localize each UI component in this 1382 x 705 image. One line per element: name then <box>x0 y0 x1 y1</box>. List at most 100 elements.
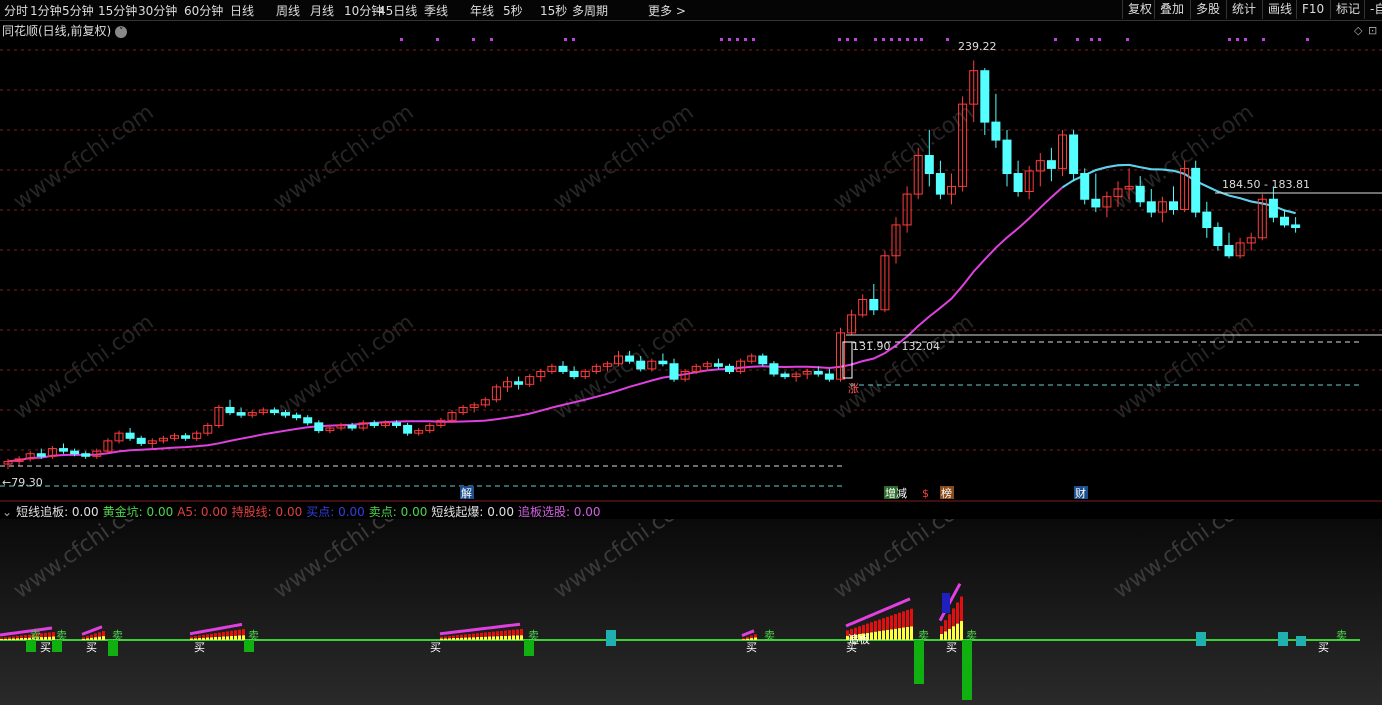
event-dot <box>736 38 739 41</box>
candle-body <box>924 155 934 175</box>
period-tab-16[interactable]: 更多 > <box>648 2 686 19</box>
period-tab-15[interactable]: 多周期 <box>572 2 608 19</box>
bar-red <box>754 634 757 638</box>
candle-body <box>935 173 945 195</box>
watermark-text: www.cfchi.com <box>9 100 158 215</box>
candle-body <box>758 355 768 365</box>
signal-zhang: 涨 <box>848 382 859 395</box>
bar-yellow <box>82 638 85 640</box>
tool-button-5[interactable]: F10 <box>1296 0 1329 19</box>
event-dot <box>1076 38 1079 41</box>
period-tab-1[interactable]: 1分钟 <box>30 2 62 19</box>
bar-yellow <box>468 637 471 640</box>
tool-button-6[interactable]: 标记 <box>1330 0 1365 19</box>
candle-body <box>1146 201 1156 213</box>
bar-red <box>48 632 51 637</box>
event-dot <box>898 38 901 41</box>
event-dot <box>1228 38 1231 41</box>
bar-yellow <box>508 635 511 640</box>
candle-body <box>403 424 413 434</box>
tool-button-0[interactable]: 复权 <box>1122 0 1157 19</box>
bar-yellow <box>948 628 951 640</box>
bar-red <box>206 634 209 638</box>
bar-yellow <box>960 620 963 640</box>
bar-red <box>218 632 221 637</box>
bar-red <box>468 633 471 638</box>
bar-yellow <box>500 636 503 640</box>
candle-body <box>991 121 1001 141</box>
candle-body <box>569 370 579 378</box>
bar-red <box>226 631 229 637</box>
period-tab-2[interactable]: 5分钟 <box>62 2 94 19</box>
sell-label: 卖 <box>528 629 539 642</box>
event-dot <box>914 38 917 41</box>
indicator-value-4: 买点: 0.00 <box>306 505 365 519</box>
high-price-label: 239.22 <box>958 40 997 53</box>
period-tab-8[interactable]: 月线 <box>310 2 334 19</box>
sell-spike <box>524 640 534 656</box>
bar-yellow <box>460 637 463 640</box>
signal-zhangjian: 增减 <box>885 486 907 500</box>
candle-body <box>636 360 646 370</box>
bar-red <box>902 611 905 628</box>
event-dot <box>1244 38 1247 41</box>
event-dot <box>1262 38 1265 41</box>
cyan-bar <box>606 630 616 646</box>
candle-body <box>1291 224 1301 229</box>
event-dot <box>400 38 403 41</box>
candle-body <box>136 437 146 444</box>
buy-label: 买 <box>194 641 205 654</box>
bar-yellow <box>444 638 447 640</box>
bar-red <box>202 634 205 638</box>
candlestick-chart[interactable]: www.cfchi.com www.cfchi.com www.cfchi.com w… <box>0 20 1382 502</box>
bar-red <box>496 631 499 637</box>
candle-body <box>1191 167 1201 213</box>
period-tab-0[interactable]: 分时 <box>4 2 28 19</box>
tool-button-1[interactable]: 叠加 <box>1154 0 1189 19</box>
bar-red <box>8 636 11 639</box>
bar-red <box>492 631 495 637</box>
bar-red <box>210 633 213 638</box>
signal-bang: 榜 <box>941 486 952 500</box>
period-tab-14[interactable]: 15秒 <box>540 2 567 19</box>
tool-button-7[interactable]: -自 <box>1364 0 1382 19</box>
watermark-text: www.cfchi.com <box>269 310 418 425</box>
bar-yellow <box>194 638 197 640</box>
bar-red <box>440 636 443 639</box>
bar-yellow <box>480 636 483 640</box>
period-tab-11[interactable]: 季线 <box>424 2 448 19</box>
bar-red <box>230 630 233 636</box>
candle-body <box>658 360 668 365</box>
sell-label: 卖 <box>966 629 977 642</box>
watermark-text: www.cfchi.com <box>1109 310 1258 425</box>
period-tab-4[interactable]: 30分钟 <box>138 2 177 19</box>
collapse-icon[interactable]: ⌄ <box>2 505 12 519</box>
bar-yellow <box>242 635 245 640</box>
tool-button-4[interactable]: 画线 <box>1262 0 1297 19</box>
indicator-value-2: A5: 0.00 <box>177 505 228 519</box>
period-tab-7[interactable]: 周线 <box>276 2 300 19</box>
candle-body <box>1002 139 1012 175</box>
candle-body <box>125 432 135 439</box>
bar-yellow <box>910 626 913 640</box>
bar-red <box>952 608 955 627</box>
period-tab-3[interactable]: 15分钟 <box>98 2 137 19</box>
period-tab-5[interactable]: 60分钟 <box>184 2 223 19</box>
candle-body <box>813 370 823 375</box>
bar-yellow <box>24 637 27 640</box>
bar-red <box>948 614 951 629</box>
bar-red <box>448 635 451 639</box>
bar-red <box>234 630 237 636</box>
candle-body <box>669 363 679 380</box>
period-tab-13[interactable]: 5秒 <box>503 2 523 19</box>
tool-button-2[interactable]: 多股 <box>1190 0 1225 19</box>
ma-line <box>7 163 1296 463</box>
candle-body <box>1135 185 1145 203</box>
watermark-text: www.cfchi.com <box>549 100 698 215</box>
candle-body <box>625 355 635 362</box>
period-tab-6[interactable]: 日线 <box>230 2 254 19</box>
tool-button-3[interactable]: 统计 <box>1226 0 1261 19</box>
period-tab-12[interactable]: 年线 <box>470 2 494 19</box>
period-tab-10[interactable]: 45日线 <box>378 2 417 19</box>
indicator-chart[interactable]: www.cfchi.com www.cfchi.com www.cfchi.com w… <box>0 519 1382 705</box>
